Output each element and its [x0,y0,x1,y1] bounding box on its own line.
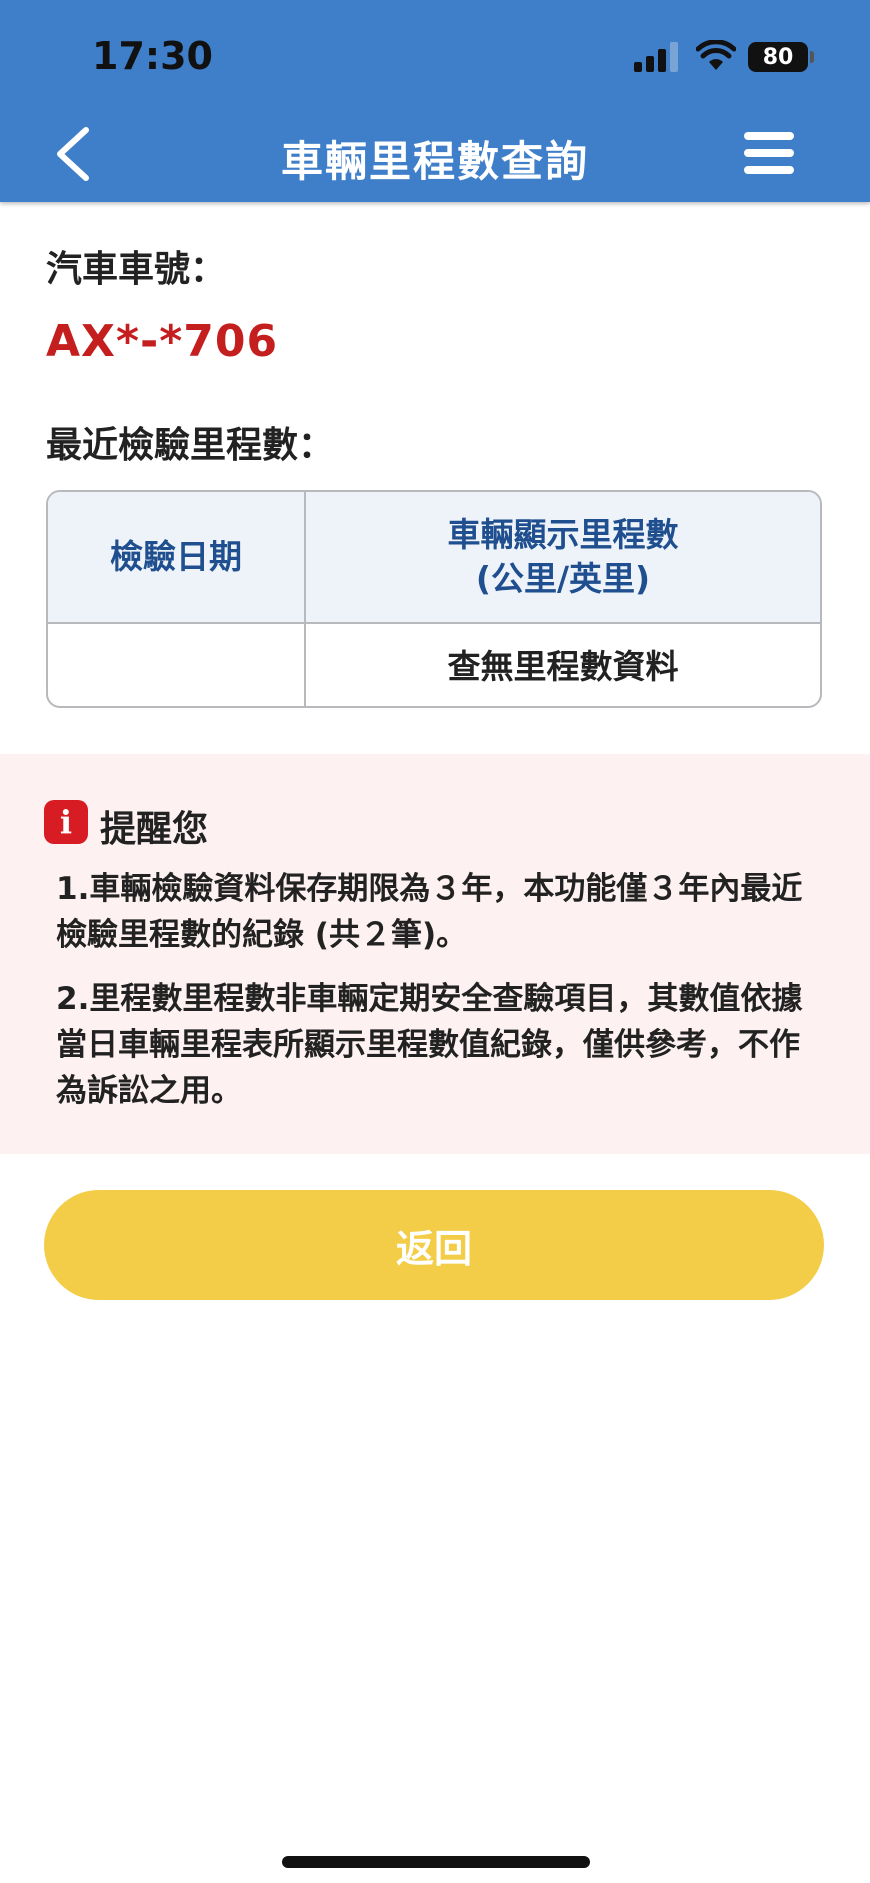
reminder-note-1: 1.車輛檢驗資料保存期限為３年，本功能僅３年內最近檢驗里程數的紀錄 (共２筆)。 [56,871,803,953]
menu-icon-bar [744,166,794,174]
column-header-date: 檢驗日期 [48,492,304,622]
cell-mileage: 查無里程數資料 [447,647,679,686]
menu-icon [744,132,794,140]
mileage-section-label: 最近檢驗里程數： [46,425,335,466]
column-header-mileage-line2: (公里/英里) [475,559,651,598]
column-header-date-text: 檢驗日期 [110,537,242,576]
battery-tip [810,51,814,63]
battery-icon: 80 [748,42,808,72]
plate-number: AX*-*706 [46,316,279,367]
plate-label: 汽車車號： [46,249,227,290]
cell-date [48,622,304,706]
cellular-signal-icon [634,42,678,72]
reminder-note-2: 2.里程數里程數非車輛定期安全查驗項目，其數值依據當日車輛里程表所顯示里程數值紀… [56,981,803,1109]
app-header: 17:30 80 車輛里程數查詢 [0,0,870,202]
page-title: 車輛里程數查詢 [280,137,589,186]
menu-icon-bar [744,149,794,157]
menu-button[interactable] [744,132,794,174]
home-indicator[interactable] [282,1856,590,1868]
return-button[interactable]: 返回 [44,1190,824,1300]
mileage-table: 檢驗日期 車輛顯示里程數 (公里/英里) 查無里程數資料 [46,490,822,708]
reminder-title: 提醒您 [100,809,209,850]
wifi-icon [696,40,736,70]
status-time: 17:30 [92,34,213,78]
column-header-mileage-line1: 車輛顯示里程數 [447,515,679,554]
column-header-mileage: 車輛顯示里程數 (公里/英里) [306,492,820,622]
info-icon: i [44,800,88,844]
